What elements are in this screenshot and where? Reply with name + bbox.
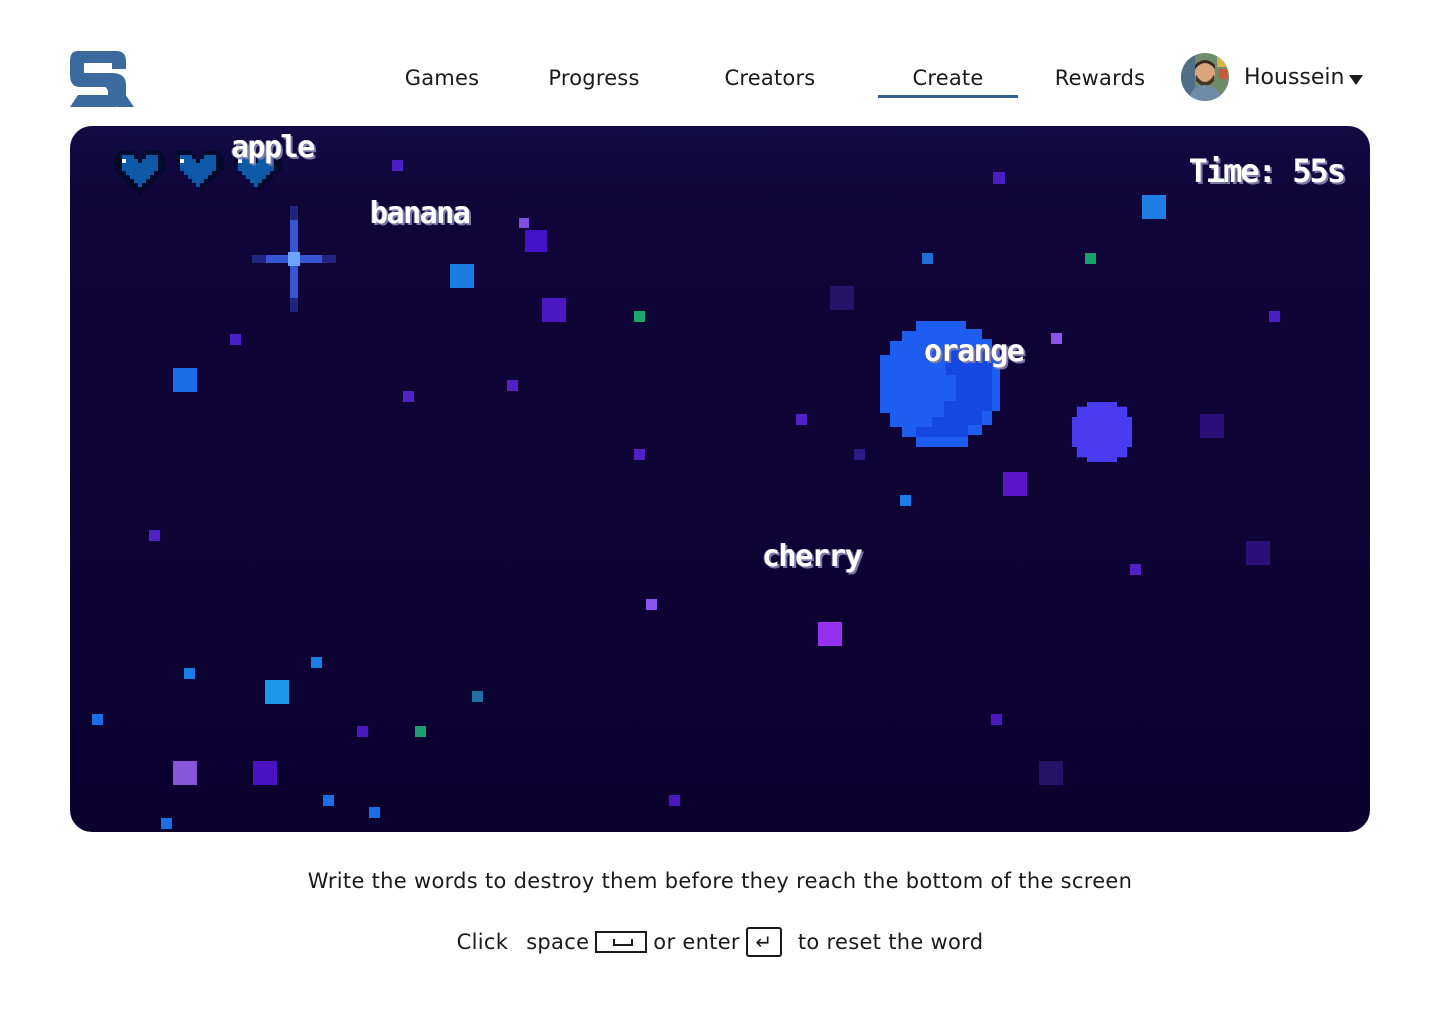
logo[interactable]	[68, 45, 136, 109]
avatar[interactable]	[1181, 53, 1229, 101]
star	[854, 449, 865, 460]
star	[646, 599, 657, 610]
star	[991, 714, 1002, 725]
star	[230, 334, 241, 345]
user-menu[interactable]: Houssein	[1244, 62, 1364, 94]
falling-word: cherry	[762, 539, 863, 574]
star	[415, 726, 426, 737]
space-key-icon	[595, 931, 648, 953]
star	[634, 311, 645, 322]
nav-progress[interactable]: Progress	[538, 62, 650, 98]
star	[173, 368, 197, 392]
heart-icon	[114, 151, 166, 195]
instructions-keys: Click space or enter ↵ to reset the word	[0, 927, 1440, 957]
or-enter-label: or enter	[653, 930, 740, 954]
game-canvas[interactable]: apple banana orange cherry Time: 55s	[70, 126, 1370, 832]
star	[1269, 311, 1280, 322]
star	[1142, 195, 1166, 219]
nav-create[interactable]: Create	[878, 62, 1018, 98]
caret-down-icon	[1349, 75, 1364, 85]
star	[357, 726, 368, 737]
star	[993, 172, 1005, 184]
star	[1085, 253, 1096, 264]
star	[900, 495, 911, 506]
star	[311, 657, 322, 668]
star	[173, 761, 197, 785]
star	[161, 818, 172, 829]
star	[542, 298, 566, 322]
star	[507, 380, 518, 391]
falling-word: apple	[231, 130, 315, 165]
star	[1130, 564, 1141, 575]
app: Games Progress Creators Create Rewards H…	[0, 0, 1440, 1024]
user-name: Houssein	[1244, 65, 1345, 90]
sparkle-icon	[252, 206, 336, 312]
star	[525, 230, 547, 252]
star	[323, 795, 334, 806]
star	[830, 286, 854, 310]
star	[519, 218, 529, 228]
reset-label: to reset the word	[797, 930, 984, 954]
star	[265, 680, 289, 704]
space-label: space	[526, 930, 590, 954]
star	[403, 391, 414, 402]
star	[369, 807, 380, 818]
nav-games[interactable]: Games	[392, 62, 492, 98]
star	[1246, 541, 1270, 565]
star	[450, 264, 474, 288]
star	[184, 668, 195, 679]
planet-small-icon	[1072, 402, 1132, 462]
star	[392, 160, 403, 171]
star	[149, 530, 160, 541]
star	[818, 622, 842, 646]
star	[1051, 333, 1062, 344]
star	[922, 253, 933, 264]
click-label: Click	[456, 930, 509, 954]
heart-icon	[176, 151, 224, 191]
timer: Time: 55s	[1188, 152, 1346, 190]
instructions-text: Write the words to destroy them before t…	[307, 869, 1133, 893]
falling-word: orange	[924, 334, 1025, 369]
avatar-image	[1181, 53, 1229, 101]
star	[796, 414, 807, 425]
falling-word: banana	[370, 196, 471, 231]
star	[1003, 472, 1027, 496]
enter-key-icon: ↵	[745, 927, 782, 957]
star	[253, 761, 277, 785]
star	[634, 449, 645, 460]
star	[1200, 414, 1224, 438]
star	[1039, 761, 1063, 785]
nav-rewards[interactable]: Rewards	[1044, 62, 1156, 98]
nav-creators[interactable]: Creators	[712, 62, 828, 98]
star	[472, 691, 483, 702]
star	[92, 714, 103, 725]
star	[669, 795, 680, 806]
